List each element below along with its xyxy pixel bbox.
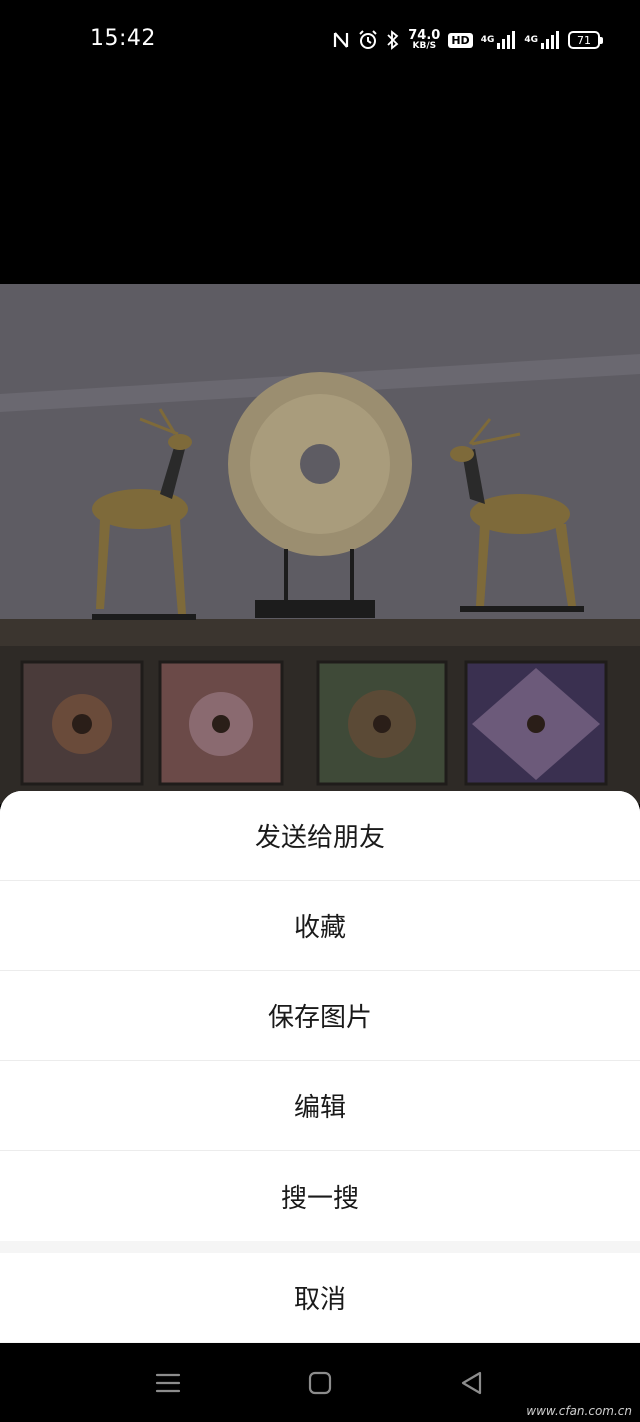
watermark: www.cfan.com.cn (526, 1404, 632, 1418)
action-sheet: 发送给朋友 收藏 保存图片 编辑 搜一搜 取消 (0, 791, 640, 1343)
save-image-option[interactable]: 保存图片 (0, 971, 640, 1061)
speed-unit: KB/S (412, 41, 437, 51)
signal-icon: 4G (481, 31, 517, 49)
photo[interactable] (0, 284, 640, 804)
back-icon[interactable] (458, 1369, 486, 1397)
battery-level: 71 (577, 33, 591, 47)
battery-icon: 71 (568, 31, 603, 49)
cancel-button[interactable]: 取消 (0, 1253, 640, 1342)
signal-icon: 4G (524, 31, 560, 49)
favorite-option[interactable]: 收藏 (0, 881, 640, 971)
search-option[interactable]: 搜一搜 (0, 1151, 640, 1241)
hd-badge: HD (448, 32, 473, 48)
home-icon[interactable] (306, 1369, 334, 1397)
status-bar: 15:42 74.0 KB/S HD 4G 4G 71 (0, 0, 640, 80)
photo-image (0, 284, 640, 804)
navigation-bar: www.cfan.com.cn (0, 1343, 640, 1422)
alarm-icon (358, 30, 378, 50)
status-time: 15:42 (90, 26, 156, 51)
action-sheet-options: 发送给朋友 收藏 保存图片 编辑 搜一搜 (0, 791, 640, 1241)
screen: 15:42 74.0 KB/S HD 4G 4G 71 发送给朋友 收藏 保存图… (0, 0, 640, 1422)
network-speed: 74.0 KB/S (408, 29, 440, 51)
sheet-divider (0, 1241, 640, 1253)
status-icons: 74.0 KB/S HD 4G 4G 71 (332, 24, 603, 56)
bluetooth-icon (386, 30, 400, 50)
net2-label: 4G (524, 35, 538, 45)
edit-option[interactable]: 编辑 (0, 1061, 640, 1151)
menu-icon[interactable] (154, 1369, 182, 1397)
nfc-icon (332, 30, 350, 50)
net1-label: 4G (480, 35, 495, 45)
send-to-friend-option[interactable]: 发送给朋友 (0, 791, 640, 881)
